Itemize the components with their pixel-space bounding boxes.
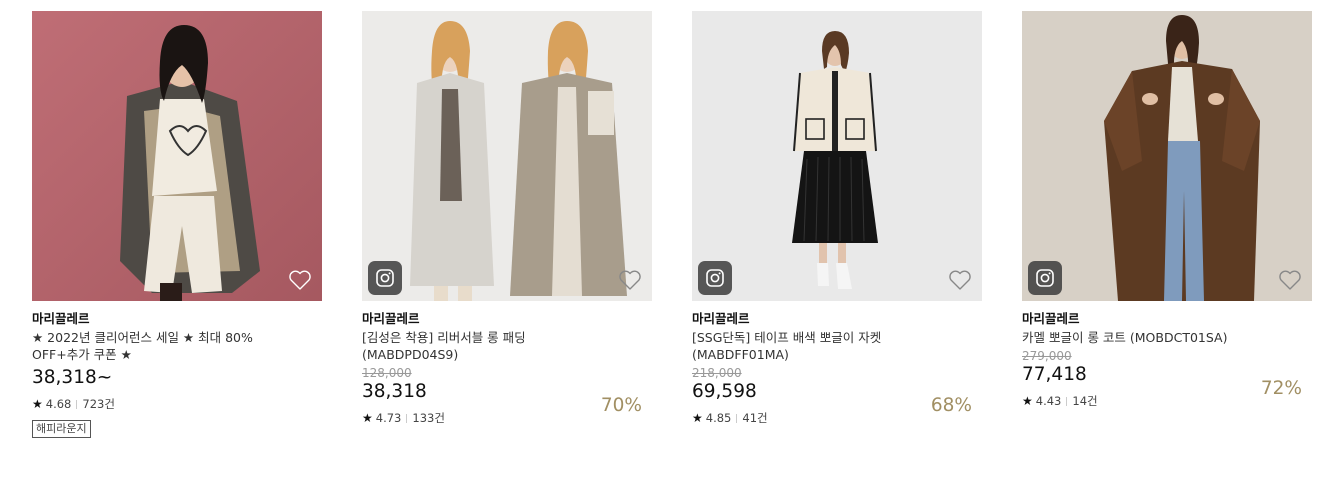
product-info: 마리끌레르 [SSG단독] 테이프 배색 뽀글이 자켓 (MABDFF01MA)…	[692, 301, 982, 425]
product-card[interactable]: 마리끌레르 [SSG단독] 테이프 배색 뽀글이 자켓 (MABDFF01MA)…	[692, 11, 982, 425]
product-card[interactable]: 마리끌레르 카멜 뽀글이 롱 코트 (MOBDCT01SA) 279,000 7…	[1022, 11, 1312, 408]
rating-value: 4.85	[705, 411, 732, 425]
original-price: 128,000	[362, 366, 412, 380]
divider	[736, 413, 738, 423]
product-info: 마리끌레르 [김성은 착용] 리버서블 롱 패딩 (MABDPD04S9) 12…	[362, 301, 652, 425]
heart-outline-icon[interactable]	[288, 269, 312, 291]
brand-name[interactable]: 마리끌레르	[32, 310, 322, 327]
product-photo	[692, 11, 982, 301]
instagram-icon[interactable]	[368, 261, 402, 295]
instagram-icon[interactable]	[1028, 261, 1062, 295]
star-icon: ★	[692, 411, 703, 425]
product-name[interactable]: ★ 2022년 클리어런스 세일 ★ 최대 80% OFF+추가 쿠폰 ★	[32, 329, 272, 363]
product-name[interactable]: [SSG단독] 테이프 배색 뽀글이 자켓 (MABDFF01MA)	[692, 329, 932, 363]
product-grid: 마리끌레르 ★ 2022년 클리어런스 세일 ★ 최대 80% OFF+추가 쿠…	[0, 0, 1322, 479]
divider	[76, 399, 78, 409]
product-info: 마리끌레르 카멜 뽀글이 롱 코트 (MOBDCT01SA) 279,000 7…	[1022, 301, 1312, 408]
heart-outline-icon[interactable]	[948, 269, 972, 291]
rating-value: 4.43	[1035, 394, 1062, 408]
star-icon: ★	[1022, 394, 1033, 408]
discount-rate: 72%	[1260, 378, 1302, 399]
review-count: 14건	[1072, 394, 1098, 408]
product-name[interactable]: 카멜 뽀글이 롱 코트 (MOBDCT01SA)	[1022, 329, 1262, 346]
discount-rate: 70%	[600, 395, 642, 416]
discount-rate: 68%	[930, 395, 972, 416]
brand-name[interactable]: 마리끌레르	[1022, 310, 1312, 327]
product-image[interactable]	[692, 11, 982, 301]
happy-lounge-badge: 해피라운지	[32, 420, 91, 438]
instagram-icon[interactable]	[698, 261, 732, 295]
star-icon: ★	[362, 411, 373, 425]
divider	[406, 413, 408, 423]
review-count: 133건	[412, 411, 445, 425]
product-card[interactable]: 마리끌레르 [김성은 착용] 리버서블 롱 패딩 (MABDPD04S9) 12…	[362, 11, 652, 425]
brand-name[interactable]: 마리끌레르	[362, 310, 652, 327]
brand-name[interactable]: 마리끌레르	[692, 310, 982, 327]
instagram-glyph	[706, 269, 724, 287]
star-icon: ★	[32, 397, 43, 411]
product-photo	[1022, 11, 1312, 301]
heart-outline-icon[interactable]	[618, 269, 642, 291]
instagram-glyph	[376, 269, 394, 287]
product-card[interactable]: 마리끌레르 ★ 2022년 클리어런스 세일 ★ 최대 80% OFF+추가 쿠…	[32, 11, 322, 438]
product-photo	[362, 11, 652, 301]
product-info: 마리끌레르 ★ 2022년 클리어런스 세일 ★ 최대 80% OFF+추가 쿠…	[32, 301, 322, 438]
original-price: 218,000	[692, 366, 742, 380]
rating-value: 4.68	[45, 397, 72, 411]
rating-value: 4.73	[375, 411, 402, 425]
product-name[interactable]: [김성은 착용] 리버서블 롱 패딩 (MABDPD04S9)	[362, 329, 602, 363]
review-count: 41건	[742, 411, 768, 425]
divider	[1066, 396, 1068, 406]
heart-outline-icon[interactable]	[1278, 269, 1302, 291]
instagram-glyph	[1036, 269, 1054, 287]
product-image[interactable]	[32, 11, 322, 301]
product-image[interactable]	[362, 11, 652, 301]
sale-price: 38,318~	[32, 367, 113, 388]
review-count: 723건	[82, 397, 115, 411]
rating-row: ★ 4.68 723건	[32, 397, 322, 411]
product-photo	[32, 11, 322, 301]
original-price: 279,000	[1022, 349, 1072, 363]
product-image[interactable]	[1022, 11, 1312, 301]
